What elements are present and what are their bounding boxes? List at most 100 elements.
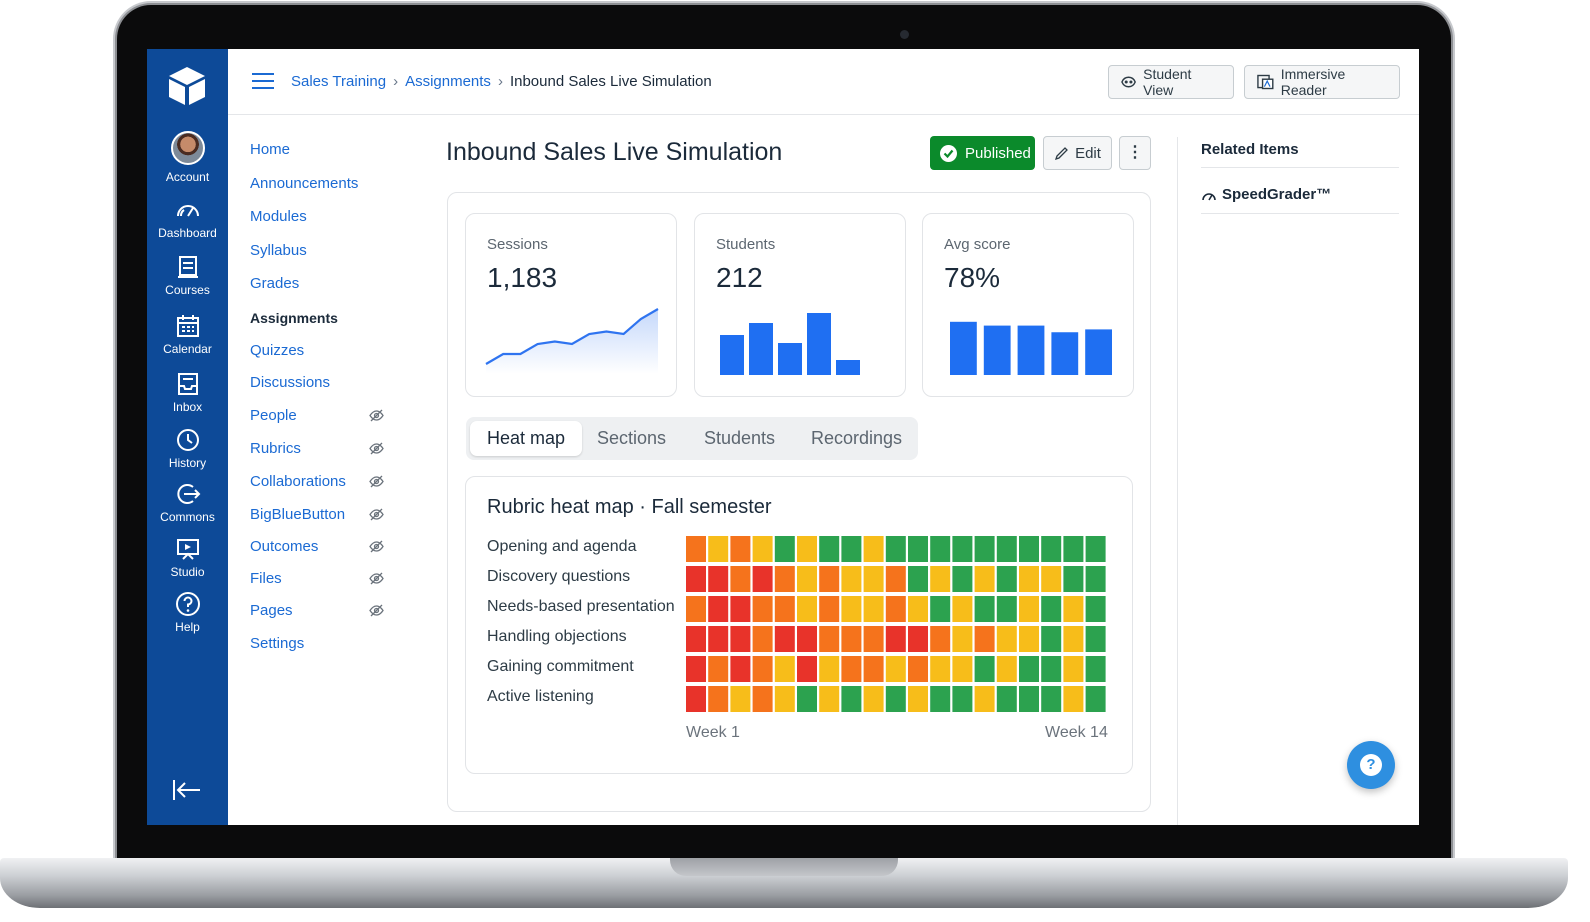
bar (1051, 332, 1079, 375)
course-nav-quizzes[interactable]: Quizzes (250, 342, 390, 359)
course-nav-syllabus[interactable]: Syllabus (250, 242, 390, 259)
heatmap-cell (752, 566, 773, 592)
course-nav-files[interactable]: Files (250, 570, 390, 587)
courses-icon (177, 256, 198, 278)
published-label: Published (965, 144, 1031, 162)
heatmap-cell (952, 596, 973, 622)
student-view-button[interactable]: Student View (1108, 65, 1234, 99)
gnav-commons[interactable]: Commons (147, 481, 228, 524)
heatmap-cell (1041, 686, 1062, 712)
course-nav-modules[interactable]: Modules (250, 208, 390, 225)
course-nav-home[interactable]: Home (250, 141, 390, 158)
hamburger-menu-icon[interactable] (252, 73, 274, 91)
heatmap-cell (686, 686, 706, 712)
heatmap-cell (1019, 626, 1039, 652)
heatmap-cell (996, 536, 1017, 562)
gnav-dashboard[interactable]: Dashboard (147, 197, 228, 240)
heatmap-cell (974, 626, 995, 652)
question-icon: ? (1360, 754, 1382, 776)
heatmap-cell (863, 566, 884, 592)
commons-icon (176, 484, 200, 504)
collapse-nav-icon[interactable] (172, 777, 202, 803)
heatmap-cell (819, 626, 840, 652)
bar (836, 360, 860, 375)
gnav-calendar-label: Calendar (163, 342, 212, 356)
course-nav-people[interactable]: People (250, 407, 390, 424)
heatmap-cell (730, 626, 751, 652)
breadcrumb: Sales Training › Assignments › Inbound Sales… (291, 73, 712, 90)
heatmap-cell (1063, 656, 1084, 682)
course-nav-pages[interactable]: Pages (250, 602, 390, 619)
heatmap-cell (708, 566, 729, 592)
heatmap-row-label: Handling objections (487, 628, 627, 645)
heatmap-cell (1041, 596, 1062, 622)
heatmap-cell (1019, 656, 1039, 682)
screen: Account Dashboard Courses Calendar Inbox… (147, 49, 1419, 825)
heatmap-cell (885, 536, 906, 562)
heatmap-cell (974, 566, 995, 592)
more-options-button[interactable]: ⋮ (1119, 136, 1151, 170)
gnav-history[interactable]: History (147, 427, 228, 470)
right-panel-divider (1177, 137, 1178, 825)
speedgrader-link[interactable]: SpeedGrader™ (1201, 186, 1331, 203)
gnav-calendar[interactable]: Calendar (147, 313, 228, 356)
edit-button[interactable]: Edit (1043, 136, 1112, 170)
heatmap-cell (930, 656, 951, 682)
breadcrumb-assignments[interactable]: Assignments (405, 73, 491, 90)
heatmap-cell (841, 566, 862, 592)
gnav-courses[interactable]: Courses (147, 254, 228, 297)
history-icon (176, 429, 199, 451)
heatmap-cell (841, 626, 862, 652)
breadcrumb-current: Inbound Sales Live Simulation (509, 73, 712, 90)
heatmap-cell (819, 686, 840, 712)
course-nav-settings[interactable]: Settings (250, 635, 390, 652)
heatmap-cell (863, 656, 884, 682)
gnav-inbox[interactable]: Inbox (147, 371, 228, 414)
heatmap-cell (863, 686, 884, 712)
gnav-account[interactable]: Account (147, 131, 228, 184)
heatmap-cell (974, 656, 995, 682)
course-nav-rubrics-label: Rubrics (250, 440, 301, 457)
gnav-help[interactable]: Help (147, 591, 228, 634)
help-fab-button[interactable]: ? (1347, 741, 1395, 789)
course-nav-discussions[interactable]: Discussions (250, 374, 390, 391)
divider (1201, 167, 1399, 168)
tab-heat-map[interactable]: Heat map (470, 421, 583, 456)
gnav-commons-label: Commons (160, 510, 215, 524)
course-nav-rubrics[interactable]: Rubrics (250, 440, 390, 457)
heatmap-cell (708, 686, 729, 712)
bar (1085, 329, 1112, 375)
heatmap-cell (686, 656, 706, 682)
bar (807, 313, 831, 375)
heatmap-cell (1019, 566, 1039, 592)
breadcrumb-course[interactable]: Sales Training (291, 73, 386, 90)
tab-recordings[interactable]: Recordings (794, 421, 919, 456)
tab-students[interactable]: Students (687, 421, 792, 456)
heatmap-cell (774, 626, 795, 652)
course-nav-bigbluebutton[interactable]: BigBlueButton (250, 506, 390, 523)
related-items-heading: Related Items (1201, 141, 1299, 158)
course-nav-collaborations[interactable]: Collaborations (250, 473, 390, 490)
student-view-icon (1121, 76, 1136, 88)
course-nav-announcements[interactable]: Announcements (250, 175, 390, 192)
course-nav-grades[interactable]: Grades (250, 275, 390, 292)
heatmap-cell (708, 626, 729, 652)
course-nav-assignments[interactable]: Assignments (250, 310, 390, 326)
heatmap-cell (1019, 596, 1039, 622)
tab-sections[interactable]: Sections (580, 421, 683, 456)
immersive-reader-button[interactable]: Immersive Reader (1244, 65, 1400, 99)
published-button[interactable]: Published (930, 136, 1035, 170)
sessions-sparkline (485, 308, 659, 374)
gnav-studio[interactable]: Studio (147, 536, 228, 579)
heatmap-cell (1063, 566, 1084, 592)
immersive-reader-label: Immersive Reader (1280, 66, 1346, 98)
page-header: Sales Training › Assignments › Inbound Sales… (228, 49, 1419, 115)
course-nav-outcomes[interactable]: Outcomes (250, 538, 390, 555)
heatmap-cell (952, 536, 973, 562)
canvas-logo-icon[interactable] (166, 65, 208, 107)
heatmap-week-start: Week 1 (686, 724, 740, 741)
camera (900, 30, 909, 39)
eye-off-icon (369, 442, 384, 455)
heatmap-cell (1063, 536, 1084, 562)
heatmap-cell (841, 656, 862, 682)
